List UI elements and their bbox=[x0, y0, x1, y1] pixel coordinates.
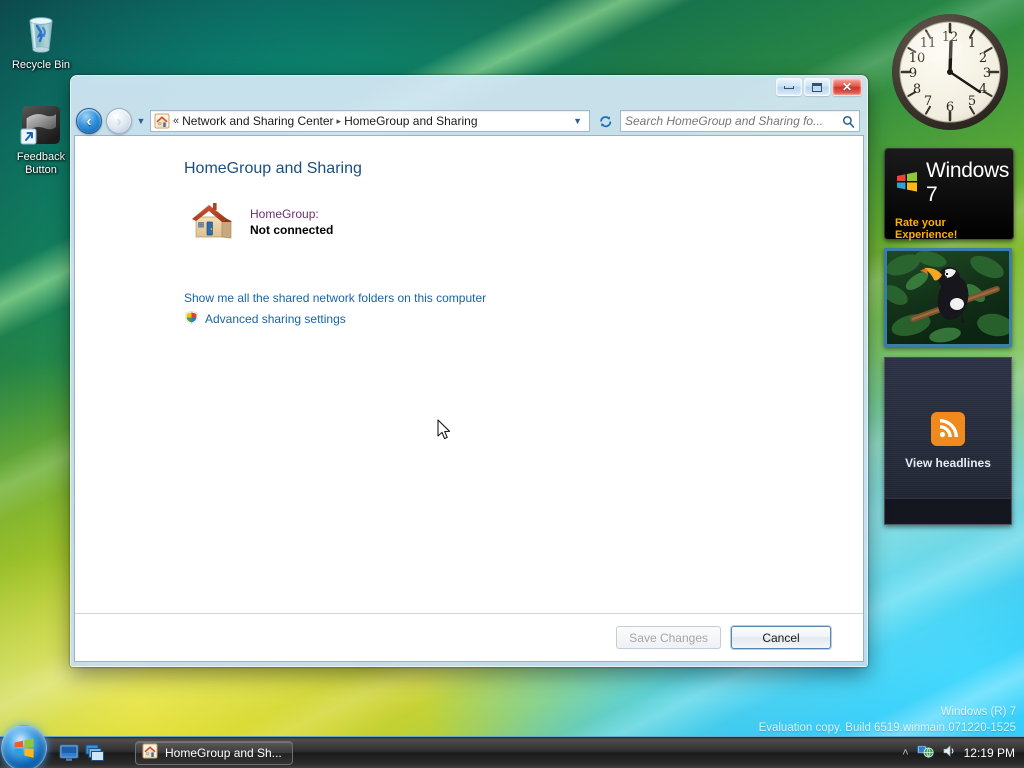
breadcrumb-separator-icon[interactable]: ▸ bbox=[337, 116, 342, 127]
refresh-button[interactable] bbox=[594, 110, 616, 132]
caption-buttons: ✕ bbox=[776, 78, 862, 96]
search-input[interactable]: Search HomeGroup and Sharing fo... bbox=[625, 114, 842, 128]
show-desktop-icon[interactable] bbox=[59, 744, 79, 762]
svg-text:8: 8 bbox=[913, 82, 921, 97]
mouse-cursor bbox=[437, 419, 451, 440]
links-section: Show me all the shared network folders o… bbox=[184, 291, 863, 328]
task-house-icon bbox=[142, 743, 158, 762]
minimize-icon bbox=[784, 85, 794, 89]
breadcrumb-item-homegroup-and-sharing[interactable]: HomeGroup and Sharing bbox=[344, 114, 477, 128]
window-client-area: HomeGroup and Sharing HomeGroup: Not con… bbox=[74, 135, 864, 662]
view-headlines-label[interactable]: View headlines bbox=[905, 456, 991, 470]
windows-sidebar: 12 1 2 3 4 5 6 7 8 9 10 11 Windows 7 Rat… bbox=[878, 0, 1024, 736]
svg-text:6: 6 bbox=[946, 100, 954, 115]
start-button[interactable] bbox=[1, 725, 47, 768]
svg-text:7: 7 bbox=[924, 94, 932, 109]
homegroup-status-row: HomeGroup: Not connected bbox=[189, 200, 863, 245]
volume-icon[interactable] bbox=[942, 744, 956, 761]
refresh-icon bbox=[599, 115, 611, 127]
toucan-photo bbox=[887, 251, 1009, 344]
uac-shield-icon bbox=[184, 310, 199, 328]
rss-icon bbox=[931, 412, 965, 446]
search-box[interactable]: Search HomeGroup and Sharing fo... bbox=[620, 110, 860, 132]
close-icon: ✕ bbox=[841, 80, 853, 94]
feed-gadget-footer bbox=[885, 498, 1011, 524]
recycle-bin-icon bbox=[2, 8, 80, 56]
search-icon bbox=[842, 115, 855, 128]
minimize-button[interactable] bbox=[776, 78, 802, 96]
back-arrow-icon: ‹ bbox=[86, 112, 92, 130]
breadcrumb-dropdown-icon[interactable]: ▼ bbox=[568, 116, 587, 126]
link-advanced-sharing-settings[interactable]: Advanced sharing settings bbox=[205, 312, 346, 326]
desktop-icon-label: Feedback Button bbox=[16, 151, 66, 176]
feed-headlines-gadget[interactable]: View headlines bbox=[884, 357, 1012, 525]
breadcrumb[interactable]: « Network and Sharing Center ▸ HomeGroup… bbox=[150, 110, 590, 132]
svg-text:2: 2 bbox=[979, 51, 987, 66]
taskbar: HomeGroup and Sh... ˄ 12:19 PM bbox=[0, 725, 1024, 768]
svg-text:4: 4 bbox=[979, 82, 987, 97]
explorer-window: ✕ ‹ › ▼ « Network and Sharing Center ▸ H… bbox=[70, 75, 868, 667]
recent-pages-dropdown[interactable]: ▼ bbox=[136, 116, 146, 126]
taskbar-clock[interactable]: 12:19 PM bbox=[964, 746, 1015, 760]
windows7-rating-gadget[interactable]: Windows 7 Rate your Experience! bbox=[884, 148, 1014, 241]
task-button-homegroup-and-sharing[interactable]: HomeGroup and Sh... bbox=[135, 740, 293, 765]
homegroup-status-value: Not connected bbox=[250, 223, 334, 237]
maximize-button[interactable] bbox=[804, 78, 830, 96]
breadcrumb-overflow-chevrons[interactable]: « bbox=[173, 115, 179, 127]
task-buttons: HomeGroup and Sh... bbox=[135, 740, 293, 765]
desktop-icon-feedback-button[interactable]: Feedback Button bbox=[2, 100, 80, 177]
forward-button[interactable]: › bbox=[106, 108, 132, 134]
system-tray: ˄ 12:19 PM bbox=[902, 743, 1024, 762]
slideshow-gadget[interactable] bbox=[884, 248, 1012, 347]
desktop-icon-label: Recycle Bin bbox=[11, 59, 71, 71]
house-icon bbox=[189, 200, 234, 245]
network-icon[interactable] bbox=[916, 743, 934, 762]
back-button[interactable]: ‹ bbox=[76, 108, 102, 134]
windows7-title: Windows 7 bbox=[926, 159, 1010, 206]
quick-launch-bar bbox=[59, 744, 105, 762]
windows-orb-icon bbox=[14, 738, 34, 758]
forward-arrow-icon: › bbox=[116, 112, 122, 130]
save-changes-button[interactable]: Save Changes bbox=[616, 626, 721, 649]
maximize-icon bbox=[812, 82, 822, 92]
content-pane: HomeGroup and Sharing HomeGroup: Not con… bbox=[75, 136, 863, 613]
breadcrumb-item-network-and-sharing-center[interactable]: Network and Sharing Center bbox=[182, 114, 333, 128]
svg-text:3: 3 bbox=[983, 66, 991, 81]
home-folder-icon bbox=[154, 113, 170, 129]
advanced-sharing-row[interactable]: Advanced sharing settings bbox=[184, 310, 863, 328]
svg-text:1: 1 bbox=[968, 36, 976, 51]
window-titlebar[interactable]: ✕ bbox=[74, 78, 864, 107]
rate-experience-link[interactable]: Rate your Experience! bbox=[895, 217, 1005, 241]
svg-text:5: 5 bbox=[968, 94, 976, 109]
homegroup-label: HomeGroup: bbox=[250, 207, 319, 221]
show-hidden-icons-button[interactable]: ˄ bbox=[902, 747, 908, 759]
desktop-icon-recycle-bin[interactable]: Recycle Bin bbox=[2, 8, 80, 72]
feedback-button-icon bbox=[2, 100, 80, 148]
link-show-shared-folders[interactable]: Show me all the shared network folders o… bbox=[184, 291, 863, 305]
navigation-bar: ‹ › ▼ « Network and Sharing Center ▸ Hom… bbox=[74, 107, 864, 135]
dialog-button-bar: Save Changes Cancel bbox=[75, 613, 863, 661]
close-button[interactable]: ✕ bbox=[832, 78, 862, 96]
switch-windows-icon[interactable] bbox=[85, 744, 105, 762]
page-title: HomeGroup and Sharing bbox=[184, 160, 362, 177]
cancel-button[interactable]: Cancel bbox=[731, 626, 831, 649]
windows-logo-icon bbox=[895, 170, 919, 197]
clock-gadget[interactable]: 12 1 2 3 4 5 6 7 8 9 10 11 bbox=[884, 6, 1016, 138]
svg-text:9: 9 bbox=[909, 66, 917, 81]
task-button-label: HomeGroup and Sh... bbox=[165, 745, 282, 760]
homegroup-status-text: HomeGroup: Not connected bbox=[250, 200, 333, 239]
